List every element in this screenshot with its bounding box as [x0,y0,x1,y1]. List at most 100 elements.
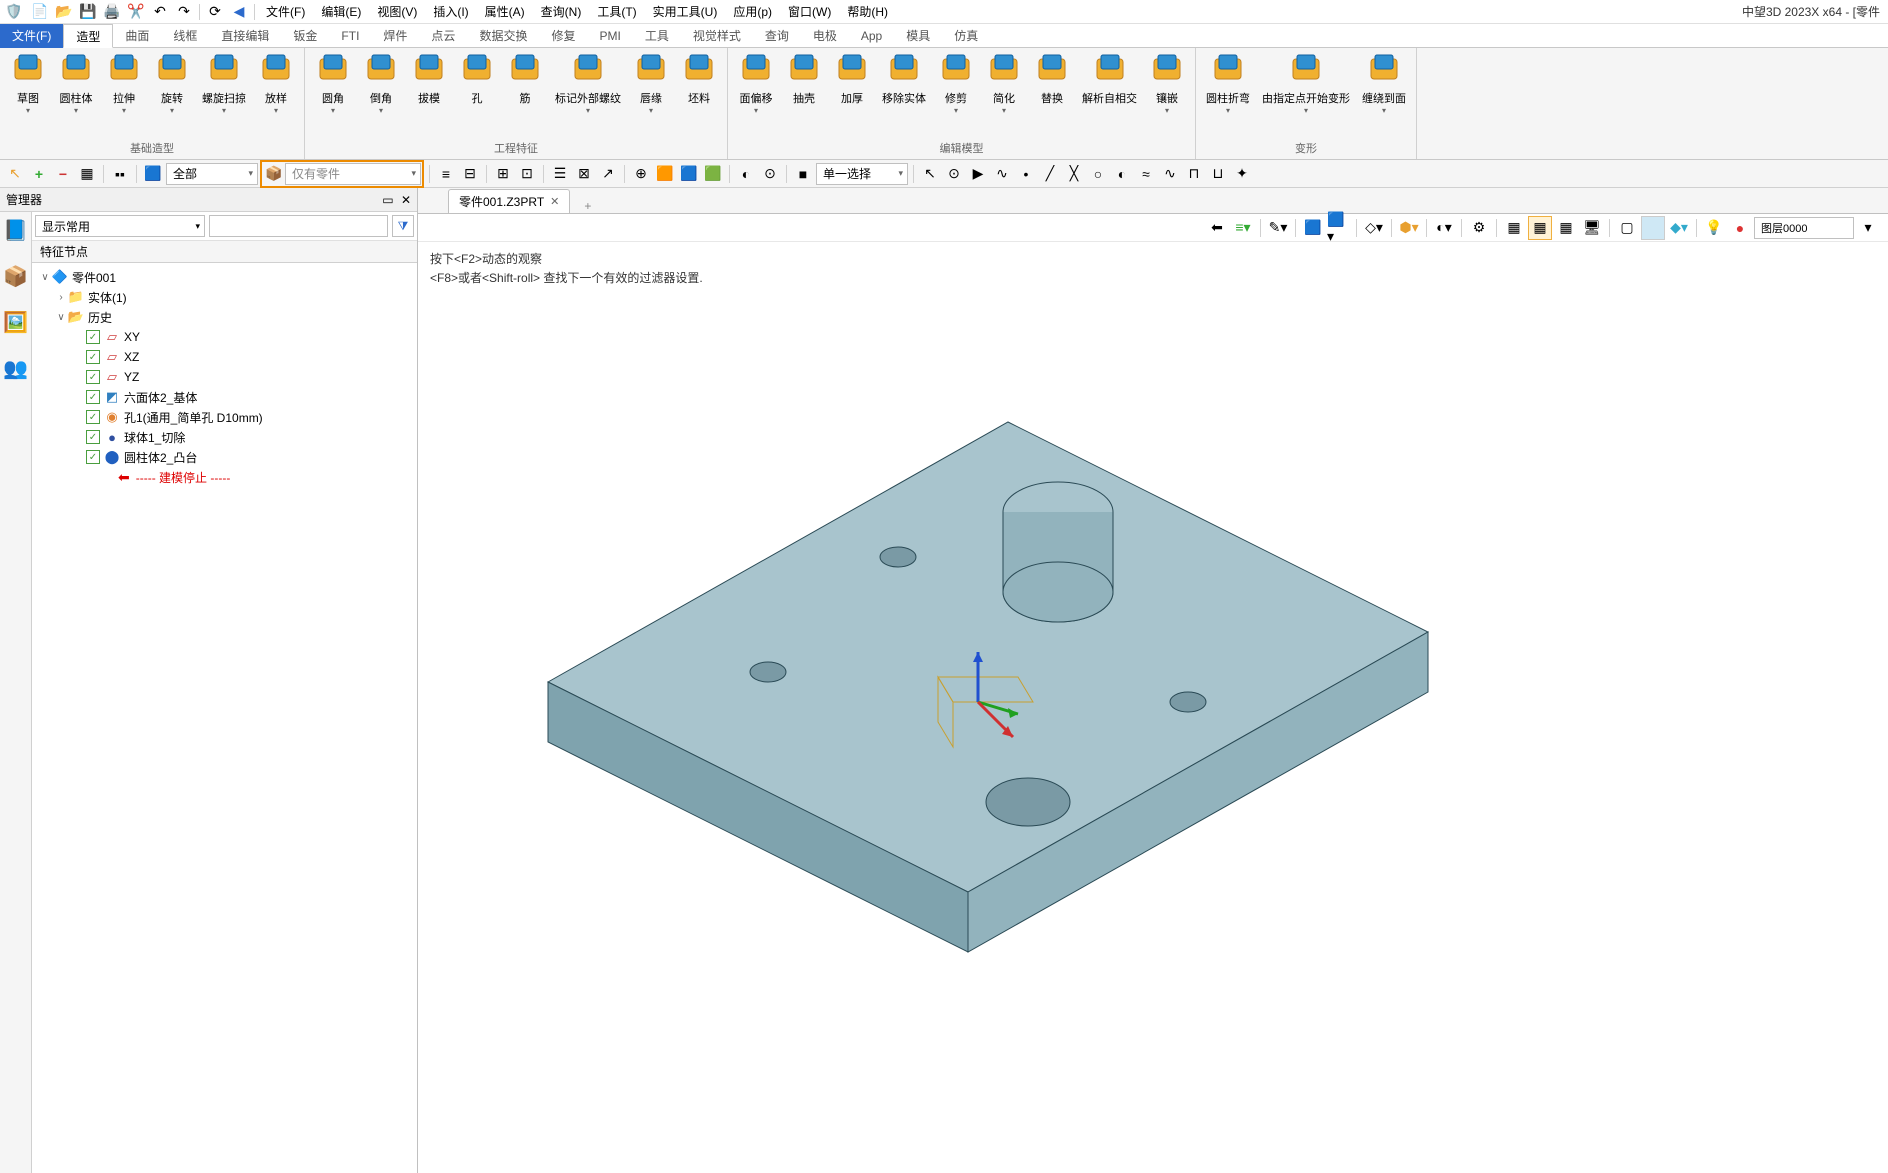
tb-icon-a[interactable]: ≡ [435,163,457,185]
remove-icon[interactable]: − [52,163,74,185]
tree-history-folder[interactable]: ∨ 📂 历史 [32,307,417,327]
filter-combo-2[interactable]: 仅有零件 [285,163,421,185]
tb-icon-p[interactable]: ⊙ [943,163,965,185]
tb-icon-u[interactable]: ╳ [1063,163,1085,185]
qat-print-icon[interactable]: 🖨️ [101,2,123,22]
document-tab[interactable]: 零件001.Z3PRT ✕ [448,189,570,213]
tree-feature-node[interactable]: ✓▱YZ [32,367,417,387]
ribbon-tab[interactable]: 直接编辑 [209,24,281,48]
tree-feature-node[interactable]: ✓⬤圆柱体2_凸台 [32,447,417,467]
tb-icon-aa[interactable]: ⊔ [1207,163,1229,185]
ribbon-button[interactable]: 旋转▾ [148,50,196,117]
side-tab-image-icon[interactable]: 🖼️ [2,308,30,336]
qat-open-icon[interactable]: 📂 [53,2,75,22]
tree-feature-node[interactable]: ✓●球体1_切除 [32,427,417,447]
tb-icon-z[interactable]: ⊓ [1183,163,1205,185]
collapse-icon[interactable]: ∨ [54,312,68,323]
checkbox-icon[interactable]: ✓ [86,370,100,384]
tb-icon-b[interactable]: ⊟ [459,163,481,185]
tree-feature-node[interactable]: ✓▱XZ [32,347,417,367]
vtb-gear-icon[interactable]: ⚙ [1467,216,1491,240]
vtb-exit-icon[interactable]: ⬅ [1205,216,1229,240]
qat-redo-icon[interactable]: ↷ [173,2,195,22]
vtb-dropdown-icon[interactable]: ▾ [1856,216,1880,240]
group-icon[interactable]: ▪▪ [109,163,131,185]
add-tab-button[interactable]: + [578,199,597,213]
tb-icon-q[interactable]: ▶ [967,163,989,185]
tree-feature-node[interactable]: ✓◉孔1(通用_简单孔 D10mm) [32,407,417,427]
tree-stop-marker[interactable]: ⬅ ----- 建模停止 ----- [32,467,417,487]
filter-funnel-icon[interactable]: ⧩ [392,215,414,237]
menu-item[interactable]: 文件(F) [258,0,313,24]
selection-box-icon[interactable]: ▦ [76,163,98,185]
ribbon-button[interactable]: 解析自相交 [1076,50,1143,108]
tb-icon-v[interactable]: ○ [1087,163,1109,185]
ribbon-tab[interactable]: 工具 [633,24,681,48]
tree-feature-node[interactable]: ✓▱XY [32,327,417,347]
ribbon-tab[interactable]: 点云 [419,24,467,48]
ribbon-button[interactable]: 圆柱折弯▾ [1200,50,1256,117]
filter-type-icon[interactable]: 🟦 [142,163,164,185]
ribbon-tab[interactable]: 造型 [63,24,113,48]
menu-item[interactable]: 应用(p) [725,0,780,24]
layer-combo[interactable]: 图层0000 [1754,217,1854,239]
cursor-icon[interactable]: ↖ [4,163,26,185]
ribbon-button[interactable]: 缠绕到面▾ [1356,50,1412,117]
add-icon[interactable]: + [28,163,50,185]
tb-icon-r[interactable]: ∿ [991,163,1013,185]
ribbon-button[interactable]: 倒角▾ [357,50,405,117]
tb-icon-f[interactable]: ⊠ [573,163,595,185]
menu-item[interactable]: 查询(N) [533,0,590,24]
ribbon-tab[interactable]: 数据交换 [467,24,539,48]
qat-refresh-icon[interactable]: ⟳ [204,2,226,22]
vtb-cube1-icon[interactable]: 🟦 [1301,216,1325,240]
tb-icon-s[interactable]: • [1015,163,1037,185]
ribbon-button[interactable]: 简化▾ [980,50,1028,117]
collapse-icon[interactable]: ∨ [38,272,52,283]
ribbon-button[interactable]: 孔 [453,50,501,108]
vtb-shade-icon[interactable]: ⬢▾ [1397,216,1421,240]
ribbon-button[interactable]: 圆柱体▾ [52,50,100,117]
ribbon-tab[interactable]: 修复 [539,24,587,48]
tb-icon-h[interactable]: ⊕ [630,163,652,185]
ribbon-button[interactable]: 标记外部螺纹▾ [549,50,627,117]
ribbon-tab[interactable]: 钣金 [281,24,329,48]
ribbon-button[interactable]: 抽壳 [780,50,828,108]
tree-root[interactable]: ∨ 🔷 零件001 [32,267,417,287]
tb-icon-k[interactable]: 🟩 [702,163,724,185]
ribbon-button[interactable]: 放样▾ [252,50,300,117]
checkbox-icon[interactable]: ✓ [86,450,100,464]
vtb-bg-icon[interactable] [1641,216,1665,240]
vtb-monitor-icon[interactable]: 🖥 [1580,216,1604,240]
tb-icon-w[interactable]: ◐ [1111,163,1133,185]
qat-undo-icon[interactable]: ↶ [149,2,171,22]
ribbon-button[interactable]: 筋 [501,50,549,108]
tree-entity-folder[interactable]: › 📁 实体(1) [32,287,417,307]
ribbon-button[interactable]: 圆角▾ [309,50,357,117]
menu-item[interactable]: 插入(I) [425,0,476,24]
ribbon-tab[interactable]: 焊件 [371,24,419,48]
ribbon-button[interactable]: 替换 [1028,50,1076,108]
tb-icon-ab[interactable]: ✦ [1231,163,1253,185]
vtb-grid2-icon[interactable]: ▦ [1528,216,1552,240]
ribbon-tab[interactable]: 视觉样式 [681,24,753,48]
ribbon-tab[interactable]: 查询 [753,24,801,48]
qat-save-icon[interactable]: 💾 [77,2,99,22]
ribbon-tab[interactable]: 电极 [801,24,849,48]
vtb-section-icon[interactable]: ◐▾ [1432,216,1456,240]
menu-item[interactable]: 视图(V) [369,0,425,24]
ribbon-tab-file[interactable]: 文件(F) [0,24,63,48]
vtb-pen-icon[interactable]: ✎▾ [1266,216,1290,240]
checkbox-icon[interactable]: ✓ [86,330,100,344]
checkbox-icon[interactable]: ✓ [86,350,100,364]
vtb-stack-icon[interactable]: ◆▾ [1667,216,1691,240]
tb-icon-j[interactable]: 🟦 [678,163,700,185]
ribbon-button[interactable]: 修剪▾ [932,50,980,117]
ribbon-tab[interactable]: 线框 [161,24,209,48]
filter-combo-1[interactable]: 全部 [166,163,258,185]
menu-item[interactable]: 编辑(E) [313,0,369,24]
tb-icon-i[interactable]: 🟧 [654,163,676,185]
ribbon-tab[interactable]: PMI [587,24,632,48]
menu-item[interactable]: 实用工具(U) [645,0,726,24]
ribbon-tab[interactable]: 曲面 [113,24,161,48]
